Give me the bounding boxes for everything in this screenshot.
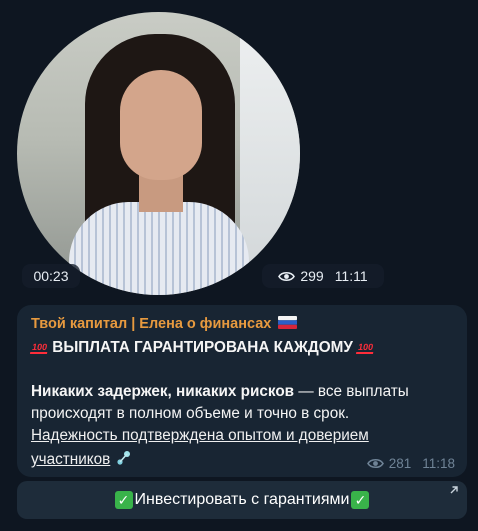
check-mark-icon: ✓	[351, 491, 370, 509]
headline-text: ВЫПЛАТА ГАРАНТИРОВАНА КАЖДОМУ	[52, 339, 353, 356]
hundred-points-icon: 100	[29, 342, 50, 354]
body-line-1: Никаких задержек, никаких рисков — все в…	[31, 383, 409, 401]
background-window	[240, 12, 300, 295]
trust-link[interactable]: Надежность подтверждена опытом и доверие…	[31, 427, 369, 444]
video-duration: 00:23	[22, 264, 80, 288]
check-mark-icon: ✓	[114, 491, 133, 509]
message-time: 11:18	[422, 456, 455, 471]
invest-button-label: Инвестировать с гарантиями	[134, 491, 350, 508]
video-message-thumbnail[interactable]	[17, 12, 300, 295]
link-line-2[interactable]: участников	[31, 449, 133, 469]
eye-icon	[366, 458, 384, 469]
channel-name-row[interactable]: Твой капитал | Елена о финансах	[31, 316, 298, 332]
link-line-1[interactable]: Надежность подтверждена опытом и доверие…	[31, 427, 369, 445]
hundred-points-icon: 100	[356, 342, 376, 354]
trust-link-continued[interactable]: участников	[31, 451, 110, 468]
video-person-shirt	[69, 202, 249, 295]
video-views: 299	[300, 268, 324, 284]
message-views: 281	[388, 456, 412, 471]
eye-icon	[278, 271, 296, 281]
message-meta: 281 11:18	[366, 456, 455, 471]
body-bold-text: Никаких задержек, никаких рисков	[31, 383, 295, 400]
body-line1-rest: — все выплаты	[294, 383, 409, 400]
video-meta: 299 11:11	[262, 264, 384, 288]
headline-row: 100 ВЫПЛАТА ГАРАНТИРОВАНА КАЖДОМУ 100	[29, 339, 376, 357]
sparkle-icon	[116, 451, 130, 465]
video-time: 11:11	[334, 268, 368, 284]
video-person-face	[120, 70, 202, 180]
body-line-2: происходят в полном объеме и точно в сро…	[31, 405, 350, 422]
invest-button[interactable]: ✓ Инвестировать с гарантиями ✓	[17, 481, 467, 519]
message-bubble: Твой капитал | Елена о финансах 100 ВЫПЛ…	[17, 305, 467, 477]
channel-name[interactable]: Твой капитал | Елена о финансах	[31, 316, 271, 332]
russia-flag-icon	[278, 316, 298, 329]
external-link-arrow-icon	[450, 486, 458, 494]
